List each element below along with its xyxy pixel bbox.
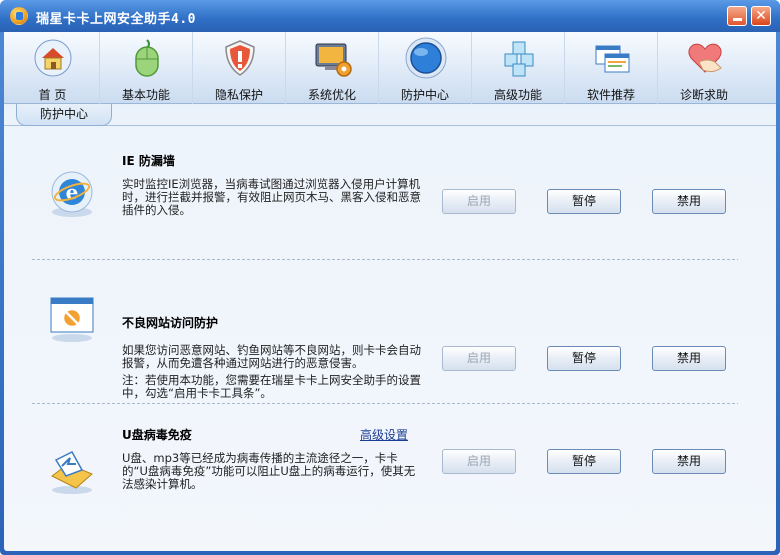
app-logo-icon: [10, 7, 28, 25]
home-icon: [34, 39, 72, 77]
section-title: IE 防漏墙: [122, 154, 175, 168]
section-description: U盘、mp3等已经成为病毒传播的主流途径之一，卡卡的“U盘病毒免疫”功能可以阻止…: [122, 451, 416, 491]
tab-protection-center[interactable]: 防护中心: [16, 104, 112, 126]
toolbar-item-help[interactable]: 诊断求助: [657, 32, 750, 104]
close-button[interactable]: ✕: [751, 6, 771, 26]
enable-button[interactable]: 启用: [442, 189, 516, 214]
advanced-settings-link[interactable]: 高级设置: [360, 426, 408, 443]
toolbar-item-basic[interactable]: 基本功能: [99, 32, 192, 104]
shield-icon: [225, 40, 255, 76]
pause-button[interactable]: 暂停: [547, 189, 621, 214]
main-toolbar: 首 页 基本功能 隐私保护 系统优化 防护中心 高级功能 软件推荐 诊断求助: [4, 32, 776, 104]
section-bad-website: 不良网站访问防护 如果您访问恶意网站、钓鱼网站等不良网站，则卡卡会自动报警，从而…: [4, 260, 776, 403]
tab-underline: [4, 125, 776, 126]
mouse-icon: [135, 39, 159, 77]
cubes-icon: [504, 41, 534, 77]
section-ie-firewall: e IE 防漏墙 实时监控IE浏览器，当病毒试图通过浏览器入侵用户计算机时，进行…: [4, 132, 776, 257]
title-bar[interactable]: 瑞星卡卡上网安全助手4.0 ✕: [0, 0, 780, 32]
toolbar-item-label: 系统优化: [307, 88, 356, 102]
disable-button[interactable]: 禁用: [652, 449, 726, 474]
pause-button[interactable]: 暂停: [547, 449, 621, 474]
window-title: 瑞星卡卡上网安全助手4.0: [36, 12, 196, 27]
toolbar-item-software[interactable]: 软件推荐: [564, 32, 657, 104]
tab-strip: 防护中心: [4, 104, 776, 126]
toolbar-item-advanced[interactable]: 高级功能: [471, 32, 564, 104]
enable-button[interactable]: 启用: [442, 449, 516, 474]
toolbar-item-label: 诊断求助: [679, 88, 728, 102]
section-usb-immunity: U盘病毒免疫 高级设置 U盘、mp3等已经成为病毒传播的主流途径之一，卡卡的“U…: [4, 404, 776, 544]
windows-icon: [595, 45, 630, 73]
toolbar-item-label: 高级功能: [493, 88, 542, 102]
toolbar-item-label: 隐私保护: [214, 88, 263, 102]
ie-browser-icon: e: [51, 171, 93, 217]
toolbar-item-label: 防护中心: [400, 88, 449, 102]
toolbar-item-protection[interactable]: 防护中心: [378, 32, 471, 104]
section-description: 如果您访问恶意网站、钓鱼网站等不良网站，则卡卡会自动报警，从而免遭各种通过网站进…: [122, 343, 421, 370]
section-title: U盘病毒免疫: [122, 428, 192, 442]
section-note: 注：若使用本功能，您需要在瑞星卡卡上网安全助手的设置中，勾选“启用卡卡工具条”。: [122, 373, 421, 400]
toolbar-item-optimize[interactable]: 系统优化: [285, 32, 378, 104]
toolbar-item-home[interactable]: 首 页: [6, 32, 99, 104]
toolbar-item-label: 首 页: [38, 88, 67, 102]
section-title: 不良网站访问防护: [122, 316, 219, 330]
client-area: 首 页 基本功能 隐私保护 系统优化 防护中心 高级功能 软件推荐 诊断求助 防…: [4, 32, 776, 551]
section-description: 实时监控IE浏览器，当病毒试图通过浏览器入侵用户计算机时，进行拦截并报警，有效阻…: [122, 177, 421, 217]
protection-globe-icon: [405, 37, 447, 79]
monitor-gear-icon: [315, 43, 352, 77]
disable-button[interactable]: 禁用: [652, 189, 726, 214]
pause-button[interactable]: 暂停: [547, 346, 621, 371]
enable-button[interactable]: 启用: [442, 346, 516, 371]
heart-hand-icon: [688, 43, 722, 73]
usb-immunity-icon: [51, 451, 93, 494]
minimize-button[interactable]: [727, 6, 747, 26]
toolbar-item-privacy[interactable]: 隐私保护: [192, 32, 285, 104]
toolbar-item-label: 基本功能: [121, 88, 170, 102]
blocked-website-icon: [50, 297, 94, 342]
disable-button[interactable]: 禁用: [652, 346, 726, 371]
toolbar-item-label: 软件推荐: [586, 88, 635, 102]
app-window: 瑞星卡卡上网安全助手4.0 ✕ 首 页 基本功能 隐私保护 系统优化 防护中心 …: [0, 0, 780, 555]
